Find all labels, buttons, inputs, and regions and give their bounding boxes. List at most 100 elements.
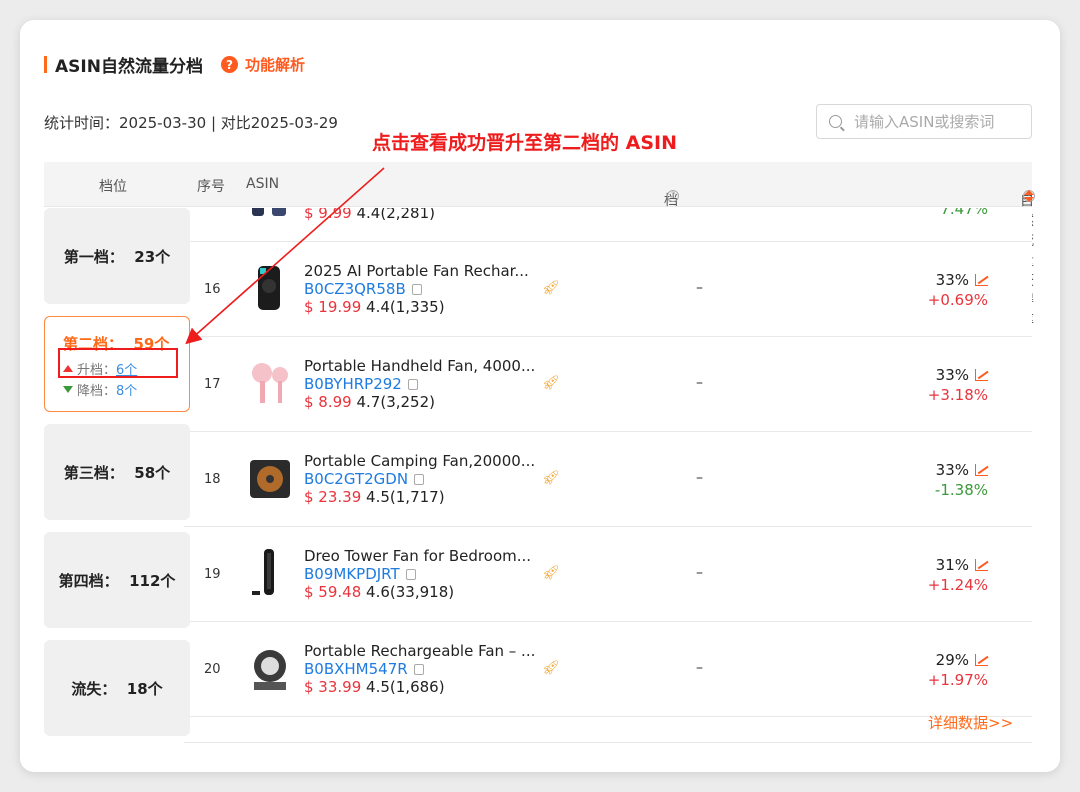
tier-count: 58个: [134, 463, 171, 482]
product-rating: 4.5(1,686): [366, 678, 445, 696]
tier-change: –: [696, 470, 703, 486]
rocket-icon: 🚀︎: [542, 375, 560, 391]
traffic-rate: 33% +0.69%: [928, 270, 988, 310]
change-help-icon[interactable]: ?: [667, 190, 679, 202]
product-thumbnail: [252, 363, 288, 403]
product-info: Portable Camping Fan,20000... B0C2GT2GDN…: [304, 452, 535, 506]
rocket-icon: 🚀︎: [542, 470, 560, 486]
row-seq: 17: [204, 377, 221, 392]
table-row[interactable]: 17 Portable Handheld Fan, 4000... B0BYHR…: [184, 337, 1032, 432]
tier-change: –: [696, 565, 703, 581]
title-accent-bar: [44, 56, 47, 73]
search-input[interactable]: [854, 112, 1024, 131]
copy-icon[interactable]: [405, 568, 416, 580]
traffic-rate: 33% -1.38%: [935, 460, 988, 500]
detail-data-link[interactable]: 详细数据>>: [928, 712, 1013, 733]
product-name[interactable]: 2025 AI Portable Fan Rechar...: [304, 262, 529, 280]
trend-chart-icon[interactable]: [975, 274, 988, 286]
stat-time: 统计时间：2025-03-30 | 对比2025-03-29: [44, 114, 338, 132]
tier-2-downgrade: 降档： 8个: [63, 380, 137, 399]
sort-icon[interactable]: [1024, 190, 1034, 202]
table-row-partial[interactable]: $ 9.99 4.4(2,281) 7.47%: [184, 208, 1032, 242]
rocket-icon: 🚀︎: [542, 280, 560, 296]
tier-change: –: [696, 280, 703, 296]
copy-icon[interactable]: [411, 283, 422, 295]
table-row[interactable]: 18 Portable Camping Fan,20000... B0C2GT2…: [184, 432, 1032, 527]
copy-icon[interactable]: [413, 663, 424, 675]
rate-value: 33%: [935, 461, 969, 479]
tier-label: 流失：: [71, 679, 117, 698]
asin-text[interactable]: B0BYHRP292: [304, 375, 402, 393]
product-asin[interactable]: B0CZ3QR58B: [304, 280, 529, 298]
asin-text[interactable]: B0BXHM547R: [304, 660, 408, 678]
tier-4[interactable]: 第四档： 112个: [44, 532, 190, 628]
traffic-rate: 31% +1.24%: [928, 555, 988, 595]
col-asin: ASIN: [246, 176, 280, 192]
asin-text[interactable]: B0C2GT2GDN: [304, 470, 408, 488]
section-header: ASIN自然流量分档 ? 功能解析: [44, 52, 305, 77]
product-price: $ 59.48: [304, 583, 362, 601]
tier-count: 23个: [134, 247, 171, 266]
product-rating: 4.5(1,717): [366, 488, 445, 506]
table-row[interactable]: 20 Portable Rechargeable Fan – ... B0BXH…: [184, 622, 1032, 717]
trend-chart-icon[interactable]: [975, 369, 988, 381]
product-info: Dreo Tower Fan for Bedroom... B09MKPDJRT…: [304, 547, 531, 601]
rocket-icon: 🚀︎: [542, 660, 560, 676]
search-icon: [829, 115, 842, 128]
tier-change: –: [696, 375, 703, 391]
tier-change: –: [696, 660, 703, 676]
product-name[interactable]: Portable Camping Fan,20000...: [304, 452, 535, 470]
product-asin[interactable]: B0C2GT2GDN: [304, 470, 535, 488]
row-seq: 20: [204, 662, 221, 677]
asin-text[interactable]: B0CZ3QR58B: [304, 280, 406, 298]
tier-count: 112个: [129, 571, 176, 590]
downgrade-count-link[interactable]: 8个: [116, 380, 137, 399]
product-rating: 4.4(2,281): [356, 208, 436, 222]
tier-3[interactable]: 第三档： 58个: [44, 424, 190, 520]
product-info: $ 9.99 4.4(2,281): [304, 208, 435, 222]
rate-delta: +1.24%: [927, 576, 988, 594]
down-triangle-icon: [63, 386, 73, 393]
product-price: $ 19.99: [304, 298, 362, 316]
product-name[interactable]: Dreo Tower Fan for Bedroom...: [304, 547, 531, 565]
row-seq: 19: [204, 567, 221, 582]
help-link[interactable]: ? 功能解析: [220, 54, 305, 75]
asin-text[interactable]: B09MKPDJRT: [304, 565, 400, 583]
product-asin[interactable]: B0BXHM547R: [304, 660, 535, 678]
product-name[interactable]: Portable Handheld Fan, 4000...: [304, 357, 535, 375]
product-thumbnail: [250, 460, 290, 498]
rate-delta: +3.18%: [927, 386, 988, 404]
product-thumbnail: [258, 266, 280, 310]
traffic-rate: 29% +1.97%: [928, 650, 988, 690]
tier-1[interactable]: 第一档： 23个: [44, 208, 190, 304]
copy-icon[interactable]: [414, 473, 425, 485]
tier-lost[interactable]: 流失： 18个: [44, 640, 190, 736]
search-box[interactable]: [816, 104, 1032, 139]
trend-chart-icon[interactable]: [975, 559, 988, 571]
annotation-text: 点击查看成功晋升至第二档的 ASIN: [372, 132, 677, 154]
tier-label: 第三档：: [63, 463, 124, 482]
product-asin[interactable]: B09MKPDJRT: [304, 565, 531, 583]
rate-delta: +1.97%: [927, 671, 988, 689]
rate-delta: -1.38%: [934, 481, 988, 499]
product-thumbnail: [254, 650, 286, 690]
product-rating: 4.6(33,918): [366, 583, 455, 601]
product-info: Portable Handheld Fan, 4000... B0BYHRP29…: [304, 357, 535, 411]
product-asin[interactable]: B0BYHRP292: [304, 375, 535, 393]
product-name[interactable]: Portable Rechargeable Fan – ...: [304, 642, 535, 660]
table-row[interactable]: 16 2025 AI Portable Fan Rechar... B0CZ3Q…: [184, 242, 1032, 337]
tier-label: 第一档：: [63, 247, 124, 266]
product-info: 2025 AI Portable Fan Rechar... B0CZ3QR58…: [304, 262, 529, 316]
table-row[interactable]: 19 Dreo Tower Fan for Bedroom... B09MKPD…: [184, 527, 1032, 622]
product-thumbnail: [252, 549, 274, 595]
col-tier: 档位: [99, 179, 127, 195]
tier-label: 第四档：: [58, 571, 119, 590]
rate-value: 33%: [935, 366, 969, 384]
table-bottom-line: [184, 742, 1032, 743]
rate-delta: +0.69%: [927, 291, 988, 309]
product-price: $ 8.99: [304, 393, 352, 411]
copy-icon[interactable]: [407, 378, 418, 390]
rate-value: 29%: [935, 651, 969, 669]
trend-chart-icon[interactable]: [975, 464, 988, 476]
trend-chart-icon[interactable]: [975, 654, 988, 666]
